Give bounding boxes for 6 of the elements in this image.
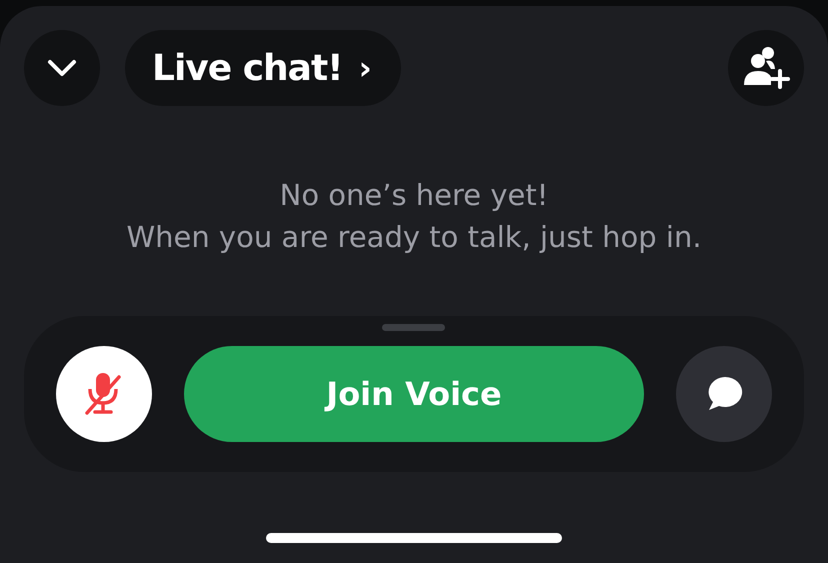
empty-state-text: No one’s here yet! xyxy=(280,178,548,212)
add-person-icon xyxy=(742,45,790,91)
drag-handle[interactable] xyxy=(382,324,445,331)
channel-title-button[interactable]: Live chat! › xyxy=(125,30,401,106)
chevron-down-icon xyxy=(47,59,77,77)
empty-state-text: When you are ready to talk, just hop in. xyxy=(126,220,702,254)
